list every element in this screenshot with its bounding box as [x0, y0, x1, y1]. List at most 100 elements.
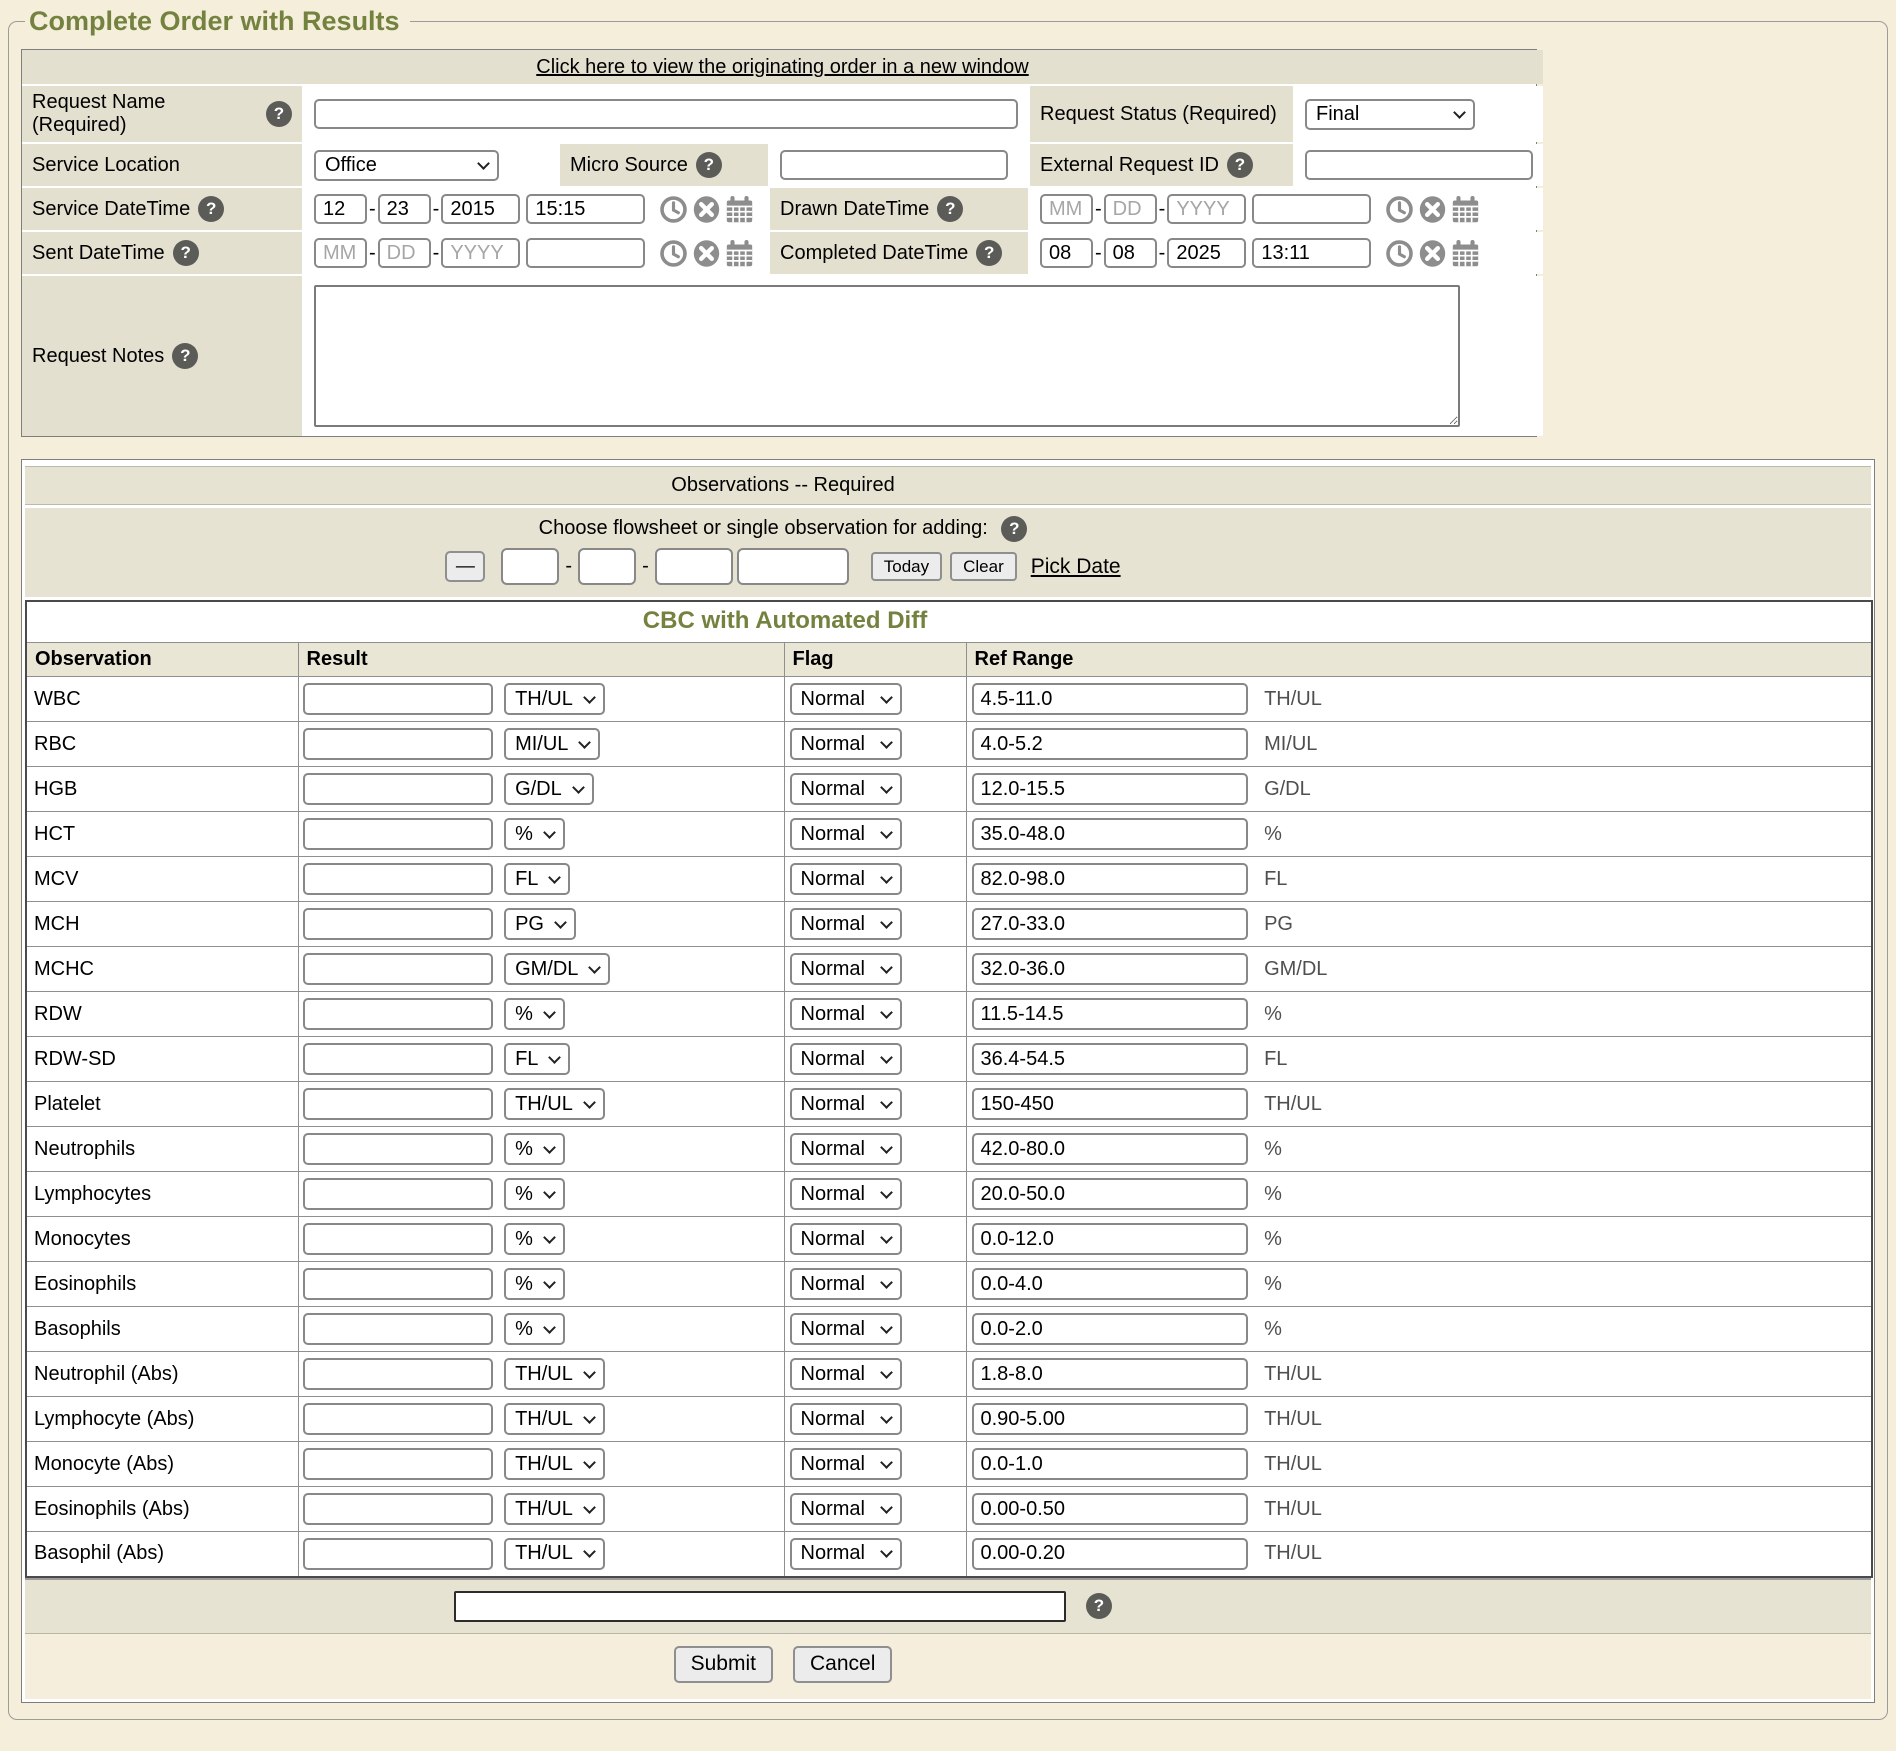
result-unit-select[interactable]: %: [504, 1133, 565, 1165]
result-input[interactable]: [303, 1538, 493, 1570]
request-status-select[interactable]: Final: [1305, 99, 1475, 130]
service-month-input[interactable]: [314, 194, 367, 224]
drawn-time-input[interactable]: [1252, 194, 1371, 224]
flag-select[interactable]: Normal: [790, 953, 902, 985]
flag-select[interactable]: Normal: [790, 1493, 902, 1525]
clear-date-icon[interactable]: [1418, 239, 1447, 268]
flag-select[interactable]: Normal: [790, 1178, 902, 1210]
flag-select[interactable]: Normal: [790, 683, 902, 715]
result-input[interactable]: [303, 1448, 493, 1480]
drawn-year-input[interactable]: [1167, 194, 1246, 224]
result-input[interactable]: [303, 863, 493, 895]
request-notes-textarea[interactable]: [314, 285, 1460, 427]
clock-icon[interactable]: [1385, 195, 1414, 224]
ref-range-input[interactable]: [972, 1493, 1248, 1525]
ref-range-input[interactable]: [972, 728, 1248, 760]
result-unit-select[interactable]: %: [504, 1268, 565, 1300]
ref-range-input[interactable]: [972, 1448, 1248, 1480]
result-unit-select[interactable]: TH/UL: [504, 1358, 605, 1390]
result-unit-select[interactable]: MI/UL: [504, 728, 600, 760]
flag-select[interactable]: Normal: [790, 1448, 902, 1480]
result-input[interactable]: [303, 1403, 493, 1435]
ref-range-input[interactable]: [972, 818, 1248, 850]
ref-range-input[interactable]: [972, 908, 1248, 940]
sent-month-input[interactable]: [314, 238, 367, 268]
flag-select[interactable]: Normal: [790, 1043, 902, 1075]
sent-time-input[interactable]: [526, 238, 645, 268]
result-input[interactable]: [303, 683, 493, 715]
service-year-input[interactable]: [441, 194, 520, 224]
result-unit-select[interactable]: %: [504, 1223, 565, 1255]
result-unit-select[interactable]: G/DL: [504, 773, 594, 805]
result-input[interactable]: [303, 1268, 493, 1300]
drawn-day-input[interactable]: [1104, 194, 1157, 224]
result-input[interactable]: [303, 953, 493, 985]
result-unit-select[interactable]: PG: [504, 908, 576, 940]
ref-range-input[interactable]: [972, 1268, 1248, 1300]
result-unit-select[interactable]: %: [504, 1313, 565, 1345]
ref-range-input[interactable]: [972, 1403, 1248, 1435]
result-unit-select[interactable]: TH/UL: [504, 1403, 605, 1435]
flag-select[interactable]: Normal: [790, 818, 902, 850]
ref-range-input[interactable]: [972, 683, 1248, 715]
ref-range-input[interactable]: [972, 863, 1248, 895]
result-input[interactable]: [303, 1043, 493, 1075]
pick-date-link[interactable]: Pick Date: [1031, 555, 1121, 579]
result-input[interactable]: [303, 728, 493, 760]
flag-select[interactable]: Normal: [790, 998, 902, 1030]
add-date-month-input[interactable]: [501, 548, 559, 585]
observation-note-input[interactable]: [454, 1591, 1066, 1622]
cancel-button[interactable]: Cancel: [793, 1646, 892, 1683]
result-unit-select[interactable]: GM/DL: [504, 953, 610, 985]
flag-select[interactable]: Normal: [790, 1358, 902, 1390]
result-input[interactable]: [303, 1358, 493, 1390]
ref-range-input[interactable]: [972, 1223, 1248, 1255]
ref-range-input[interactable]: [972, 1538, 1248, 1570]
result-unit-select[interactable]: TH/UL: [504, 1493, 605, 1525]
flag-select[interactable]: Normal: [790, 908, 902, 940]
submit-button[interactable]: Submit: [674, 1646, 773, 1683]
add-date-day-input[interactable]: [578, 548, 636, 585]
flag-select[interactable]: Normal: [790, 1133, 902, 1165]
clear-date-icon[interactable]: [692, 239, 721, 268]
calendar-icon[interactable]: [1451, 239, 1480, 268]
clock-icon[interactable]: [1385, 239, 1414, 268]
view-originating-order-link[interactable]: Click here to view the originating order…: [536, 56, 1028, 79]
ref-range-input[interactable]: [972, 1088, 1248, 1120]
completed-year-input[interactable]: [1167, 238, 1246, 268]
add-date-year-input[interactable]: [655, 548, 733, 585]
calendar-icon[interactable]: [725, 195, 754, 224]
result-input[interactable]: [303, 1088, 493, 1120]
sent-year-input[interactable]: [441, 238, 520, 268]
calendar-icon[interactable]: [725, 239, 754, 268]
completed-time-input[interactable]: [1252, 238, 1371, 268]
flag-select[interactable]: Normal: [790, 1223, 902, 1255]
drawn-month-input[interactable]: [1040, 194, 1093, 224]
result-input[interactable]: [303, 1133, 493, 1165]
result-unit-select[interactable]: %: [504, 998, 565, 1030]
result-input[interactable]: [303, 1178, 493, 1210]
clear-date-icon[interactable]: [692, 195, 721, 224]
clear-button[interactable]: Clear: [950, 552, 1017, 581]
result-unit-select[interactable]: TH/UL: [504, 1448, 605, 1480]
flag-select[interactable]: Normal: [790, 773, 902, 805]
ref-range-input[interactable]: [972, 953, 1248, 985]
result-input[interactable]: [303, 773, 493, 805]
flag-select[interactable]: Normal: [790, 1088, 902, 1120]
external-request-id-input[interactable]: [1305, 150, 1533, 180]
result-unit-select[interactable]: %: [504, 818, 565, 850]
micro-source-input[interactable]: [780, 150, 1008, 180]
ref-range-input[interactable]: [972, 773, 1248, 805]
sent-day-input[interactable]: [378, 238, 431, 268]
ref-range-input[interactable]: [972, 1133, 1248, 1165]
clear-date-icon[interactable]: [1418, 195, 1447, 224]
add-date-time-input[interactable]: [737, 548, 849, 585]
flag-select[interactable]: Normal: [790, 1538, 902, 1570]
clock-icon[interactable]: [659, 239, 688, 268]
result-input[interactable]: [303, 908, 493, 940]
remove-flowsheet-button[interactable]: —: [445, 551, 485, 582]
result-unit-select[interactable]: TH/UL: [504, 683, 605, 715]
service-location-select[interactable]: Office: [314, 150, 499, 181]
result-input[interactable]: [303, 1313, 493, 1345]
ref-range-input[interactable]: [972, 1358, 1248, 1390]
